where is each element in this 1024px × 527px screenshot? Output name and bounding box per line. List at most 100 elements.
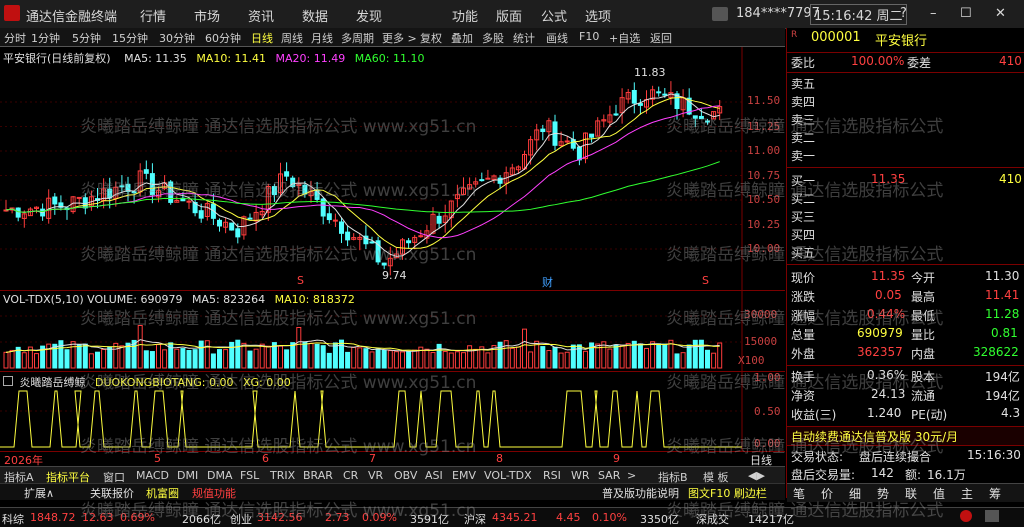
tab-obv[interactable]: OBV [394,469,417,482]
tool-f10[interactable]: F10 [579,30,599,43]
tool-back[interactable]: 返回 [650,30,672,46]
tool-tongji[interactable]: 统计 [513,30,535,46]
tab-fsl[interactable]: FSL [240,469,259,482]
network-icon[interactable] [985,510,999,522]
rule-function-button[interactable]: 规值功能 [192,485,236,501]
message-icon[interactable] [712,7,728,21]
tool-duogu[interactable]: 多股 [482,30,504,46]
quote-tab-zhu[interactable]: 主 [961,485,973,502]
tab-nav-arrows[interactable]: ◀▶ [748,469,765,482]
quote-tab-zhi[interactable]: 值 [933,485,945,502]
volume-bar [381,349,387,369]
tab-scroll-right[interactable]: > [627,469,636,482]
tab-vol-tdx[interactable]: VOL-TDX [484,469,532,482]
finance-marker[interactable]: 财 [542,274,553,290]
tool-5min[interactable]: 5分钟 [72,30,101,46]
bid-row[interactable]: 买二 [787,189,1024,207]
ask-row[interactable]: 卖一 [787,146,1024,164]
edition-info-link[interactable]: 普及版功能说明 [602,485,679,501]
index-name[interactable]: 沪深 [464,511,486,527]
index-name[interactable]: 科综 [2,511,24,527]
tool-monthly[interactable]: 月线 [311,30,333,46]
wealth-circle-button[interactable]: 机富圈 [146,485,179,501]
sell-marker[interactable]: S [702,274,709,287]
f10-sidebar-link[interactable]: 图文F10 刷边栏 [688,485,767,501]
user-account[interactable]: 184****7797 [736,6,820,21]
menu-shichang[interactable]: 市场 [194,6,220,25]
price-panel[interactable]: 平安银行(日线前复权) MA5: 11.35 MA10: 11.41 MA20:… [0,47,785,291]
tab-emv[interactable]: EMV [452,469,476,482]
tool-1min[interactable]: 1分钟 [31,30,60,46]
close-icon[interactable]: ✕ [995,6,1006,21]
quote-tab-chou[interactable]: 筹 [989,485,1001,502]
tab-asi[interactable]: ASI [425,469,443,482]
index-name[interactable]: 创业 [230,511,252,527]
volume-panel[interactable]: VOL-TDX(5,10) VOLUME: 690979 MA5: 823264… [0,290,785,372]
tool-60min[interactable]: 60分钟 [205,30,241,46]
bid-row[interactable]: 买一 11.35 410 [787,171,1024,189]
tab-macd[interactable]: MACD [136,469,169,482]
tool-add-watchlist[interactable]: +自选 [609,30,640,46]
tab-sar[interactable]: SAR [598,469,620,482]
tab-trix[interactable]: TRIX [270,469,295,482]
menu-gongneng[interactable]: 功能 [452,6,478,25]
tool-fenshi[interactable]: 分时 [4,30,26,46]
tab-dma[interactable]: DMA [207,469,233,482]
tool-15min[interactable]: 15分钟 [112,30,148,46]
expand-button[interactable]: 扩展∧ [24,485,54,501]
tool-huaxian[interactable]: 画线 [546,30,568,46]
weicha-value: 410 [999,54,1022,68]
tab-rsi[interactable]: RSI [543,469,561,482]
tool-fuquan[interactable]: 复权 [420,30,442,46]
minimize-icon[interactable]: – [930,6,937,21]
menu-xuanxiang[interactable]: 选项 [585,6,611,25]
quote-tab-xi[interactable]: 细 [849,485,861,502]
status-light-icon[interactable] [960,510,972,522]
ask-row[interactable]: 卖五 [787,74,1024,92]
bid-row[interactable]: 买三 [787,207,1024,225]
bid-row[interactable]: 买四 [787,225,1024,243]
after-vol-value: 142 [871,466,894,480]
quote-tab-jia[interactable]: 价 [821,485,833,502]
ask-row[interactable]: 卖二 [787,128,1024,146]
tab-brar[interactable]: BRAR [303,469,333,482]
menu-faxian[interactable]: 发现 [356,6,382,25]
related-quotes-button[interactable]: 关联报价 [90,485,134,501]
candle-body [217,219,222,227]
maximize-icon[interactable]: ☐ [960,6,972,21]
tool-weekly[interactable]: 周线 [281,30,303,46]
stat2-value: 0.36% [867,368,906,382]
bid-row[interactable]: 买五 [787,243,1024,261]
tool-daily[interactable]: 日线 [251,30,273,46]
tab-vr[interactable]: VR [368,469,383,482]
tool-diejia[interactable]: 叠加 [451,30,473,46]
indicator-panel[interactable]: 炎曦踏岳缚鲸 DUOKONGBIOTANG: 0.00 XG: 0.00 1.0… [0,371,785,451]
tab-wr[interactable]: WR [571,469,590,482]
tool-30min[interactable]: 30分钟 [159,30,195,46]
tool-multiperiod[interactable]: 多周期 [341,30,374,46]
quote-tab-lian[interactable]: 联 [905,485,917,502]
indicator-toggle-icon[interactable] [3,376,13,386]
ask-row[interactable]: 卖四 [787,92,1024,110]
sell-marker[interactable]: S [297,274,304,287]
kline-chart[interactable] [0,47,785,290]
tool-more[interactable]: 更多 > [382,30,417,46]
index-name[interactable]: 深成交 [696,511,729,527]
quote-tab-shi[interactable]: 势 [877,485,889,502]
menu-hangqing[interactable]: 行情 [140,6,166,25]
candle-body [131,191,137,194]
ask-row[interactable]: 卖三 [787,110,1024,128]
ad-banner[interactable]: 自动续费通达信普及版 30元/月 [787,426,1024,446]
tab-dmi[interactable]: DMI [177,469,198,482]
menu-gongshi[interactable]: 公式 [541,6,567,25]
menu-shuju[interactable]: 数据 [302,6,328,25]
menu-zixun[interactable]: 资讯 [248,6,274,25]
quote-tab-bi[interactable]: 笔 [793,485,805,502]
stat-label: 总量 [791,328,816,342]
tab-cr[interactable]: CR [343,469,358,482]
menu-banmian[interactable]: 版面 [496,6,522,25]
volume-bar [137,324,143,369]
vol-y-tick: 30000 [744,308,778,321]
ma60-label: MA60: 11.10 [354,52,425,65]
help-icon[interactable]: ? [900,6,907,21]
